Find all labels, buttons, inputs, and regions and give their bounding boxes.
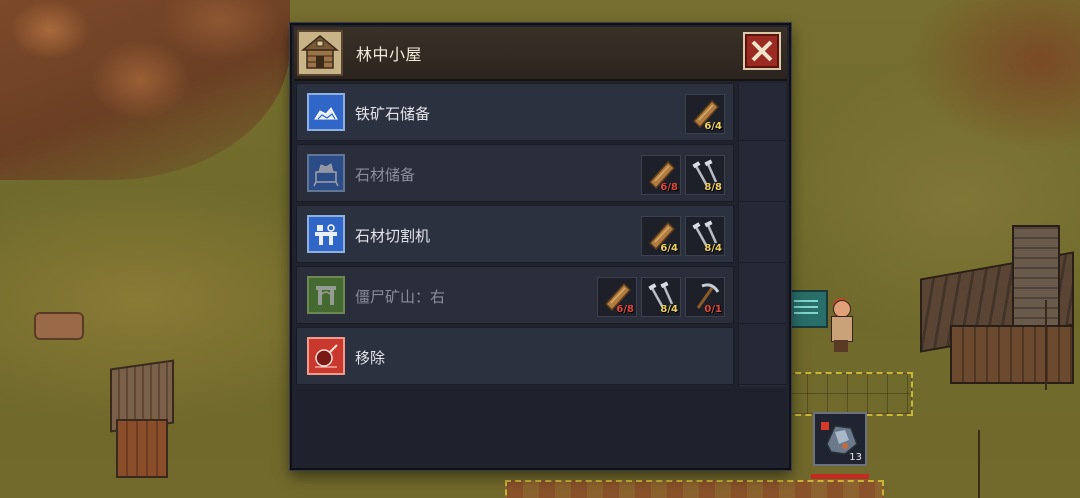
ore-stockpile-icon bbox=[307, 93, 345, 131]
dead-tree bbox=[1045, 300, 1047, 390]
cost-list: 6/4 bbox=[685, 94, 725, 134]
stone-cutter-icon bbox=[307, 215, 345, 253]
inventory-durability-bar bbox=[811, 474, 869, 479]
cost-list: 6/8 8/8 bbox=[641, 155, 725, 195]
cost-wood: 6/4 bbox=[685, 94, 725, 134]
stone-stockpile-icon bbox=[307, 154, 345, 192]
build-placement-grid[interactable] bbox=[505, 480, 884, 498]
cost-amount: 0/1 bbox=[704, 304, 722, 315]
dialog-title-bar: 林中小屋 bbox=[294, 27, 787, 81]
inventory-count: 13 bbox=[849, 452, 862, 463]
dead-tree bbox=[978, 430, 980, 498]
wooden-shed[interactable] bbox=[110, 359, 174, 478]
build-option-label: 石材储备 bbox=[355, 166, 416, 184]
cost-nails: 8/4 bbox=[685, 216, 725, 256]
dialog-title: 林中小屋 bbox=[356, 45, 423, 64]
build-options-list: 铁矿石储备 6/4 石材储备 6/8 8/8 石材切割机 6/4 8/4 僵尸矿… bbox=[296, 83, 736, 388]
player-character bbox=[828, 298, 854, 352]
cost-amount: 8/8 bbox=[704, 182, 722, 193]
cost-amount: 6/4 bbox=[704, 121, 722, 132]
cost-list: 6/4 8/4 bbox=[641, 216, 725, 256]
dialog-side-column bbox=[738, 83, 786, 387]
cost-amount: 6/8 bbox=[616, 304, 634, 315]
cost-pickaxe: 0/1 bbox=[685, 277, 725, 317]
build-menu-dialog: 林中小屋 铁矿石储备 6/4 石材储备 6/8 8/8 石材切割机 6/4 8/… bbox=[290, 23, 791, 470]
build-option-label: 铁矿石储备 bbox=[355, 105, 431, 123]
build-option-remove[interactable]: 移除 bbox=[296, 327, 734, 385]
cost-nails: 8/8 bbox=[685, 155, 725, 195]
cost-amount: 8/4 bbox=[660, 304, 678, 315]
cost-amount: 6/4 bbox=[660, 243, 678, 254]
close-x-icon bbox=[751, 40, 773, 62]
inventory-slot-iron-ore[interactable]: 13 bbox=[813, 412, 867, 466]
cost-amount: 6/8 bbox=[660, 182, 678, 193]
remove-wrecking-ball-icon bbox=[307, 337, 345, 375]
cost-list: 6/8 8/4 0/1 bbox=[597, 277, 725, 317]
rocky-cliff bbox=[0, 0, 290, 180]
stone-rock[interactable] bbox=[34, 312, 84, 340]
cost-amount: 8/4 bbox=[704, 243, 722, 254]
ruined-hut[interactable] bbox=[920, 225, 1080, 385]
dialog-empty-area bbox=[296, 389, 785, 464]
zombie-mine-icon bbox=[307, 276, 345, 314]
cost-wood: 6/4 bbox=[641, 216, 681, 256]
build-option-label: 石材切割机 bbox=[355, 227, 431, 245]
build-option-zombie-mine-right[interactable]: 僵尸矿山：右 6/8 8/4 0/1 bbox=[296, 266, 734, 324]
wooden-hut-icon bbox=[297, 30, 343, 76]
build-option-label: 僵尸矿山：右 bbox=[355, 288, 446, 306]
build-placement-grid[interactable] bbox=[785, 372, 913, 416]
cost-wood: 6/8 bbox=[597, 277, 637, 317]
build-option-iron-ore-stockpile[interactable]: 铁矿石储备 6/4 bbox=[296, 83, 734, 141]
build-option-label: 移除 bbox=[355, 349, 386, 367]
build-option-stone-stockpile[interactable]: 石材储备 6/8 8/8 bbox=[296, 144, 734, 202]
cost-wood: 6/8 bbox=[641, 155, 681, 195]
build-option-stone-cutter[interactable]: 石材切割机 6/4 8/4 bbox=[296, 205, 734, 263]
cost-nails: 8/4 bbox=[641, 277, 681, 317]
blueprint-board[interactable] bbox=[786, 290, 828, 328]
close-button[interactable] bbox=[743, 32, 781, 70]
